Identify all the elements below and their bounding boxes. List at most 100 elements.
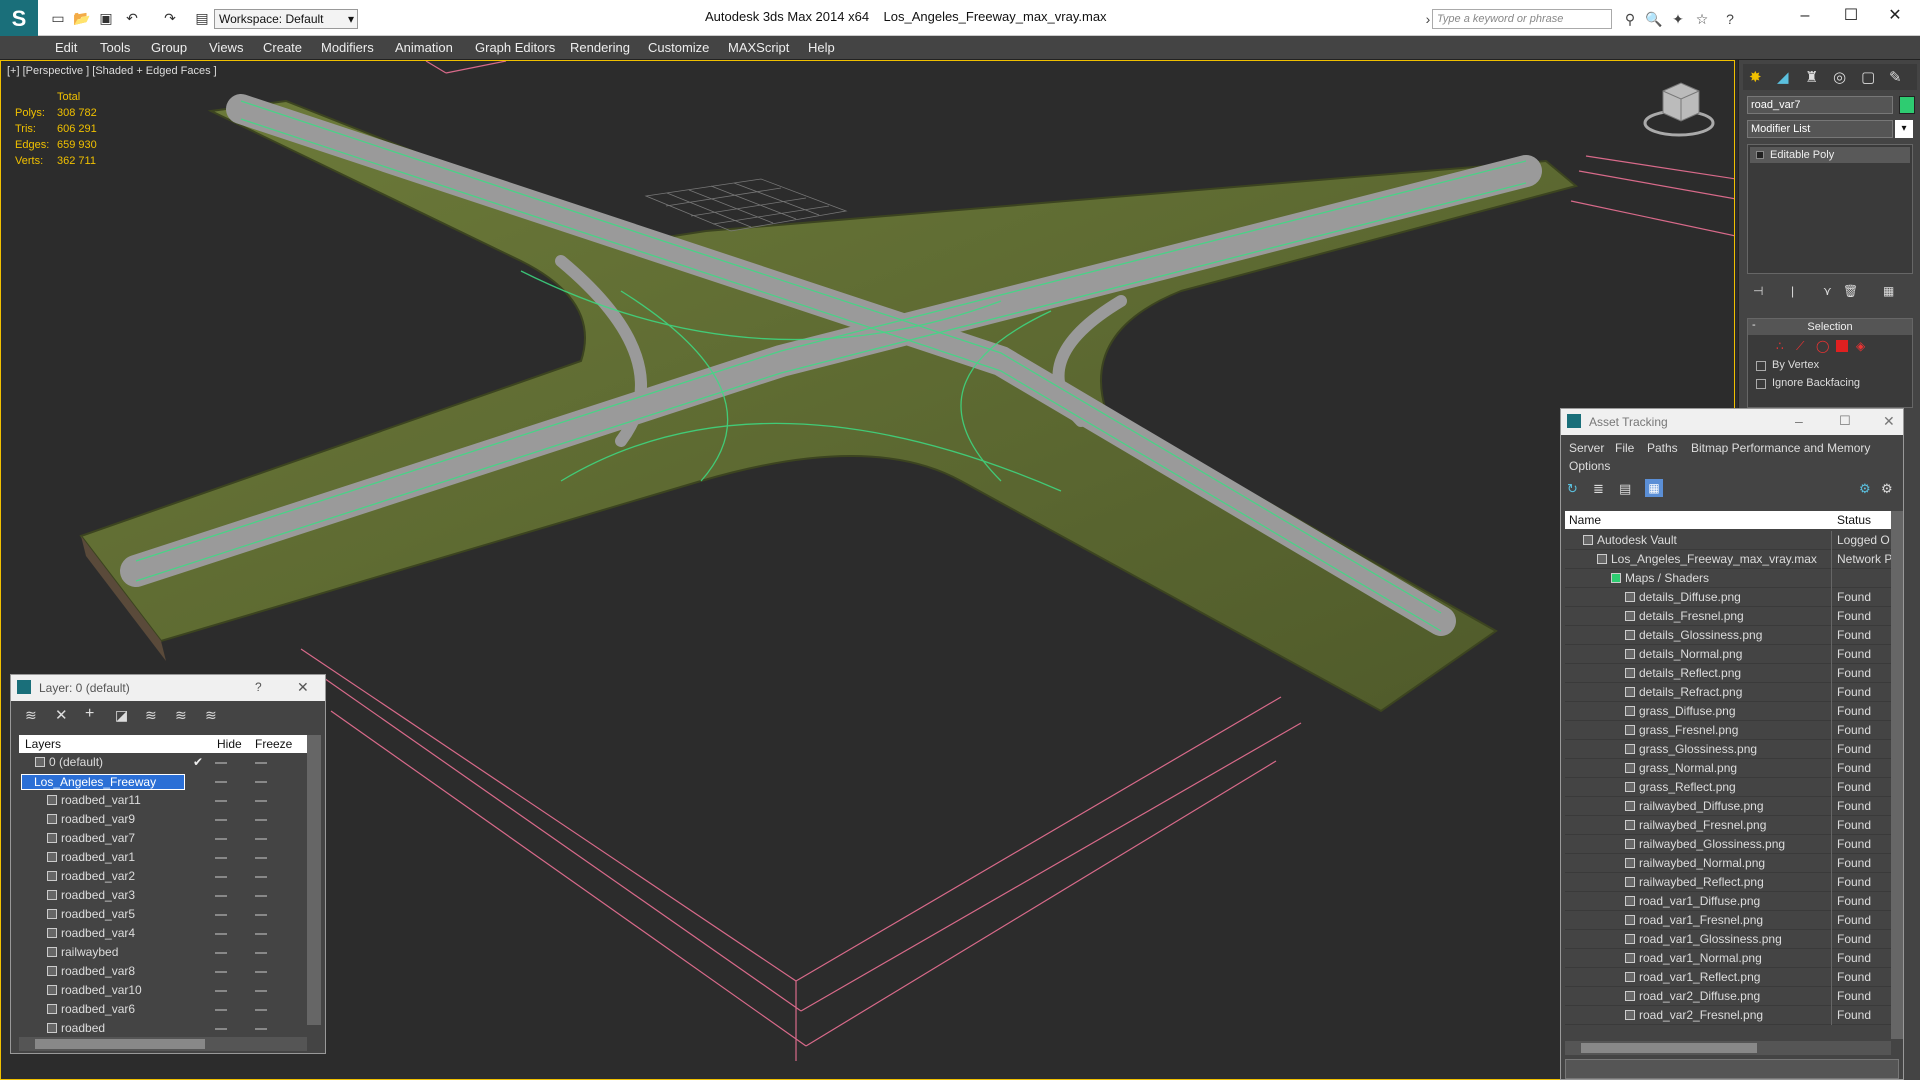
asset-row[interactable]: railwaybed_Normal.png Found: [1565, 854, 1891, 873]
asset-row[interactable]: grass_Glossiness.png Found: [1565, 740, 1891, 759]
object-color-swatch[interactable]: [1899, 96, 1915, 114]
asset-row[interactable]: road_var2_Diffuse.png Found: [1565, 987, 1891, 1006]
minimize-button[interactable]: –: [1795, 413, 1803, 429]
hide-toggle[interactable]: [215, 1009, 227, 1011]
hide-toggle[interactable]: [215, 990, 227, 992]
asset-row[interactable]: Los_Angeles_Freeway_max_vray.max Network …: [1565, 550, 1891, 569]
asset-row[interactable]: grass_Diffuse.png Found: [1565, 702, 1891, 721]
project-folder-icon[interactable]: ▤: [192, 8, 212, 28]
layer-row[interactable]: roadbed_var6: [19, 1000, 307, 1019]
asset-row[interactable]: railwaybed_Fresnel.png Found: [1565, 816, 1891, 835]
ignore-backfacing-checkbox[interactable]: [1756, 379, 1766, 389]
freeze-toggle[interactable]: [255, 895, 267, 897]
menu-views[interactable]: Views: [209, 40, 243, 55]
col-name[interactable]: Name: [1569, 513, 1601, 527]
layer-row[interactable]: roadbed: [19, 1019, 307, 1035]
chevron-down-icon[interactable]: ▾: [1895, 120, 1913, 138]
search-icon[interactable]: 🔍: [1644, 9, 1664, 29]
select-objects-icon[interactable]: ◪: [115, 707, 128, 724]
asset-row[interactable]: road_var2_Fresnel.png Found: [1565, 1006, 1891, 1025]
asset-vertical-scrollbar[interactable]: [1891, 511, 1903, 1039]
asset-row[interactable]: railwaybed_Diffuse.png Found: [1565, 797, 1891, 816]
menu-graph-editors[interactable]: Graph Editors: [475, 40, 555, 55]
hide-toggle[interactable]: [215, 819, 227, 821]
menu-file[interactable]: File: [1615, 441, 1634, 455]
hide-toggle[interactable]: [215, 914, 227, 916]
motion-tab-icon[interactable]: ◎: [1833, 68, 1846, 86]
selection-rollout-title[interactable]: Selection: [1748, 319, 1912, 335]
current-layer-check-icon[interactable]: ✔: [193, 755, 203, 769]
freeze-toggle[interactable]: [255, 933, 267, 935]
edge-mode-icon[interactable]: ⟋: [1796, 339, 1804, 354]
polygon-mode-icon[interactable]: [1836, 340, 1848, 352]
asset-row[interactable]: road_var1_Glossiness.png Found: [1565, 930, 1891, 949]
hide-toggle[interactable]: [215, 838, 227, 840]
object-name-field[interactable]: road_var7: [1747, 96, 1893, 114]
detail-view-icon[interactable]: ▤: [1619, 481, 1631, 497]
menu-customize[interactable]: Customize: [648, 40, 709, 55]
hide-toggle[interactable]: [215, 857, 227, 859]
menu-bitmap-performance[interactable]: Bitmap Performance and Memory: [1691, 441, 1870, 455]
add-to-layer-icon[interactable]: +: [85, 705, 94, 723]
asset-row[interactable]: railwaybed_Glossiness.png Found: [1565, 835, 1891, 854]
layer-row[interactable]: roadbed_var11: [19, 791, 307, 810]
freeze-toggle[interactable]: [255, 971, 267, 973]
menu-animation[interactable]: Animation: [395, 40, 453, 55]
menu-maxscript[interactable]: MAXScript: [728, 40, 789, 55]
maximize-button[interactable]: ☐: [1839, 413, 1851, 429]
asset-row[interactable]: grass_Reflect.png Found: [1565, 778, 1891, 797]
menu-group[interactable]: Group: [151, 40, 187, 55]
menu-options[interactable]: Options: [1569, 459, 1610, 473]
freeze-toggle[interactable]: [255, 1028, 267, 1030]
asset-row[interactable]: grass_Normal.png Found: [1565, 759, 1891, 778]
close-button[interactable]: ✕: [1883, 413, 1895, 430]
open-folder-icon[interactable]: 📂: [72, 8, 92, 28]
undo-icon[interactable]: ↶: [122, 8, 142, 28]
hide-toggle[interactable]: [215, 781, 227, 783]
menu-create[interactable]: Create: [263, 40, 302, 55]
stack-item-editable-poly[interactable]: Editable Poly: [1750, 147, 1910, 163]
configure-modifier-sets-icon[interactable]: ▦: [1883, 284, 1894, 298]
close-button[interactable]: ✕: [297, 679, 309, 696]
col-status[interactable]: Status: [1837, 513, 1871, 527]
menu-help[interactable]: Help: [808, 40, 835, 55]
freeze-toggle[interactable]: [255, 762, 267, 764]
menu-server[interactable]: Server: [1569, 441, 1604, 455]
layer-row[interactable]: railwaybed: [19, 943, 307, 962]
new-file-icon[interactable]: ▭: [48, 8, 68, 28]
asset-row[interactable]: railwaybed_Reflect.png Found: [1565, 873, 1891, 892]
maximize-button[interactable]: ☐: [1830, 4, 1872, 28]
close-button[interactable]: ✕: [1874, 4, 1916, 28]
layer-row[interactable]: roadbed_var1: [19, 848, 307, 867]
help-button[interactable]: ?: [255, 680, 262, 694]
freeze-toggle[interactable]: [255, 952, 267, 954]
refresh-icon[interactable]: ↻: [1567, 481, 1578, 497]
freeze-toggle[interactable]: [255, 876, 267, 878]
layer-row[interactable]: roadbed_var5: [19, 905, 307, 924]
asset-window-titlebar[interactable]: Asset Tracking – ☐ ✕: [1561, 409, 1903, 435]
hide-toggle[interactable]: [215, 762, 227, 764]
layer-row[interactable]: 0 (default) ✔: [19, 753, 307, 772]
asset-horizontal-scrollbar[interactable]: [1565, 1041, 1891, 1055]
hide-toggle[interactable]: [215, 971, 227, 973]
asset-row[interactable]: road_var1_Reflect.png Found: [1565, 968, 1891, 987]
pin-stack-icon[interactable]: ⊣: [1753, 284, 1763, 298]
list-view-icon[interactable]: ≣: [1593, 481, 1604, 497]
hide-toggle[interactable]: [215, 952, 227, 954]
freeze-toggle[interactable]: [255, 838, 267, 840]
menu-rendering[interactable]: Rendering: [570, 40, 630, 55]
freeze-toggle[interactable]: [255, 800, 267, 802]
table-view-icon[interactable]: ▦: [1645, 479, 1663, 497]
layer-row[interactable]: roadbed_var10: [19, 981, 307, 1000]
menu-edit[interactable]: Edit: [55, 40, 77, 55]
freeze-toggle[interactable]: [255, 819, 267, 821]
asset-row[interactable]: Maps / Shaders: [1565, 569, 1891, 588]
modify-tab-icon[interactable]: ◢: [1777, 68, 1789, 86]
help-icon[interactable]: ?: [1720, 9, 1740, 29]
asset-row[interactable]: grass_Fresnel.png Found: [1565, 721, 1891, 740]
asset-row[interactable]: details_Glossiness.png Found: [1565, 626, 1891, 645]
vault-help-icon[interactable]: ⚙: [1859, 481, 1871, 497]
menu-tools[interactable]: Tools: [100, 40, 130, 55]
hierarchy-tab-icon[interactable]: ♜: [1805, 68, 1818, 86]
hide-toggle[interactable]: [215, 1028, 227, 1030]
